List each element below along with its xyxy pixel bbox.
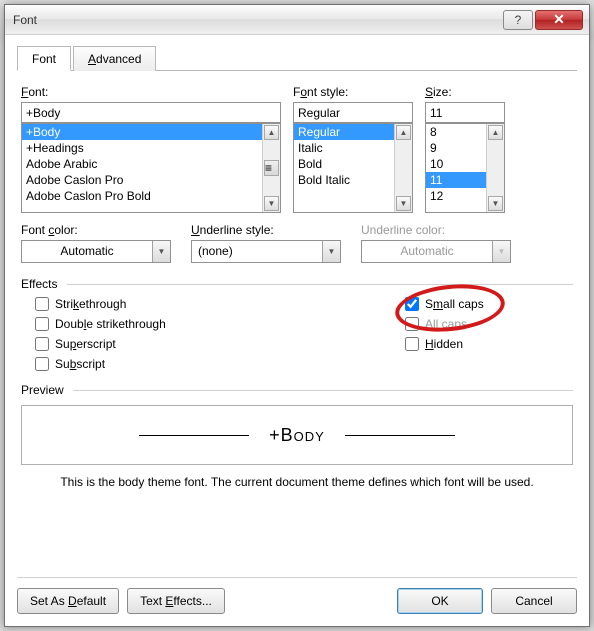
size-label: Size: [425, 85, 505, 99]
font-color-label: Font color: [21, 223, 171, 237]
font-color-value: Automatic [22, 241, 152, 262]
chevron-down-icon[interactable]: ▼ [322, 241, 340, 262]
list-item[interactable]: 10 [426, 156, 486, 172]
font-color-combo[interactable]: Automatic ▼ [21, 240, 171, 263]
effects-left-col: Strikethrough Double strikethrough Super… [35, 297, 405, 371]
double-strikethrough-checkbox[interactable]: Double strikethrough [35, 317, 405, 331]
underline-color-value: Automatic [362, 241, 492, 262]
tab-font-label: Font [32, 52, 56, 66]
dialog-body: Font Advanced Font: +Body +Headings Adob… [5, 35, 589, 626]
font-input[interactable] [21, 102, 281, 123]
scroll-up-icon[interactable]: ▲ [488, 125, 503, 140]
size-column: Size: 8 9 10 11 12 ▲ ▼ [425, 85, 505, 213]
list-item[interactable]: Bold Italic [294, 172, 394, 188]
tabstrip: Font Advanced [17, 45, 577, 71]
small-caps-checkbox[interactable]: Small caps [405, 297, 484, 311]
superscript-checkbox[interactable]: Superscript [35, 337, 405, 351]
preview-note: This is the body theme font. The current… [17, 471, 577, 497]
list-item[interactable]: Regular [294, 124, 394, 140]
font-color-col: Font color: Automatic ▼ [21, 223, 171, 263]
color-row: Font color: Automatic ▼ Underline style:… [17, 223, 577, 271]
list-item[interactable]: Adobe Arabic [22, 156, 262, 172]
font-row: Font: +Body +Headings Adobe Arabic Adobe… [17, 81, 577, 223]
dialog-title: Font [13, 13, 501, 27]
scroll-thumb[interactable]: ≡ [264, 160, 279, 176]
close-button[interactable]: ✕ [535, 10, 583, 30]
preview-line: +Body [139, 425, 455, 446]
underline-color-combo: Automatic ▼ [361, 240, 511, 263]
font-dialog: Font ? ✕ Font Advanced Font: +Body +Head… [4, 4, 590, 627]
style-list[interactable]: Regular Italic Bold Bold Italic ▲ ▼ [293, 123, 413, 213]
list-item[interactable]: +Body [22, 124, 262, 140]
scroll-up-icon[interactable]: ▲ [264, 125, 279, 140]
preview-rule-left [139, 435, 249, 436]
style-input[interactable] [293, 102, 413, 123]
subscript-checkbox[interactable]: Subscript [35, 357, 405, 371]
scroll-down-icon[interactable]: ▼ [264, 196, 279, 211]
underline-style-col: Underline style: (none) ▼ [191, 223, 341, 263]
effects-right-col: Small caps All caps Hidden [405, 297, 484, 371]
tab-advanced-rest: dvanced [96, 52, 141, 66]
font-label: Font: [21, 85, 281, 99]
style-scrollbar[interactable]: ▲ ▼ [394, 124, 412, 212]
tab-advanced-mnemonic: A [88, 52, 96, 66]
hidden-checkbox[interactable]: Hidden [405, 337, 484, 351]
size-input[interactable] [425, 102, 505, 123]
ok-button[interactable]: OK [397, 588, 483, 614]
scroll-up-icon[interactable]: ▲ [396, 125, 411, 140]
preview-box: +Body [21, 405, 573, 465]
tab-advanced[interactable]: Advanced [73, 46, 156, 71]
preview-rule-right [345, 435, 455, 436]
font-column: Font: +Body +Headings Adobe Arabic Adobe… [21, 85, 281, 213]
font-scrollbar[interactable]: ▲ ≡ ▼ [262, 124, 280, 212]
titlebar: Font ? ✕ [5, 5, 589, 35]
dialog-footer: Set As Default Text Effects... OK Cancel [17, 577, 577, 614]
list-item[interactable]: Adobe Caslon Pro Bold [22, 188, 262, 204]
underline-style-value: (none) [192, 241, 322, 262]
list-item[interactable]: 8 [426, 124, 486, 140]
list-item[interactable]: 12 [426, 188, 486, 204]
list-item[interactable]: 9 [426, 140, 486, 156]
strikethrough-checkbox[interactable]: Strikethrough [35, 297, 405, 311]
list-item[interactable]: 11 [426, 172, 486, 188]
chevron-down-icon: ▼ [492, 241, 510, 262]
underline-style-label: Underline style: [191, 223, 341, 237]
font-list[interactable]: +Body +Headings Adobe Arabic Adobe Caslo… [21, 123, 281, 213]
text-effects-button[interactable]: Text Effects... [127, 588, 225, 614]
list-item[interactable]: Italic [294, 140, 394, 156]
style-column: Font style: Regular Italic Bold Bold Ita… [293, 85, 413, 213]
cancel-button[interactable]: Cancel [491, 588, 577, 614]
list-item[interactable]: Bold [294, 156, 394, 172]
scroll-down-icon[interactable]: ▼ [488, 196, 503, 211]
list-item[interactable]: +Headings [22, 140, 262, 156]
underline-color-col: Underline color: Automatic ▼ [361, 223, 511, 263]
effects-group-label: Effects [17, 277, 577, 291]
scroll-down-icon[interactable]: ▼ [396, 196, 411, 211]
tab-font[interactable]: Font [17, 46, 71, 71]
effects-area: Strikethrough Double strikethrough Super… [17, 297, 577, 377]
chevron-down-icon[interactable]: ▼ [152, 241, 170, 262]
size-list[interactable]: 8 9 10 11 12 ▲ ▼ [425, 123, 505, 213]
size-scrollbar[interactable]: ▲ ▼ [486, 124, 504, 212]
all-caps-checkbox[interactable]: All caps [405, 317, 484, 331]
preview-text: +Body [269, 425, 325, 446]
set-as-default-button[interactable]: Set As Default [17, 588, 119, 614]
style-label: Font style: [293, 85, 413, 99]
preview-group-label: Preview [17, 383, 577, 397]
help-button[interactable]: ? [503, 10, 533, 30]
underline-color-label: Underline color: [361, 223, 511, 237]
list-item[interactable]: Adobe Caslon Pro [22, 172, 262, 188]
underline-style-combo[interactable]: (none) ▼ [191, 240, 341, 263]
